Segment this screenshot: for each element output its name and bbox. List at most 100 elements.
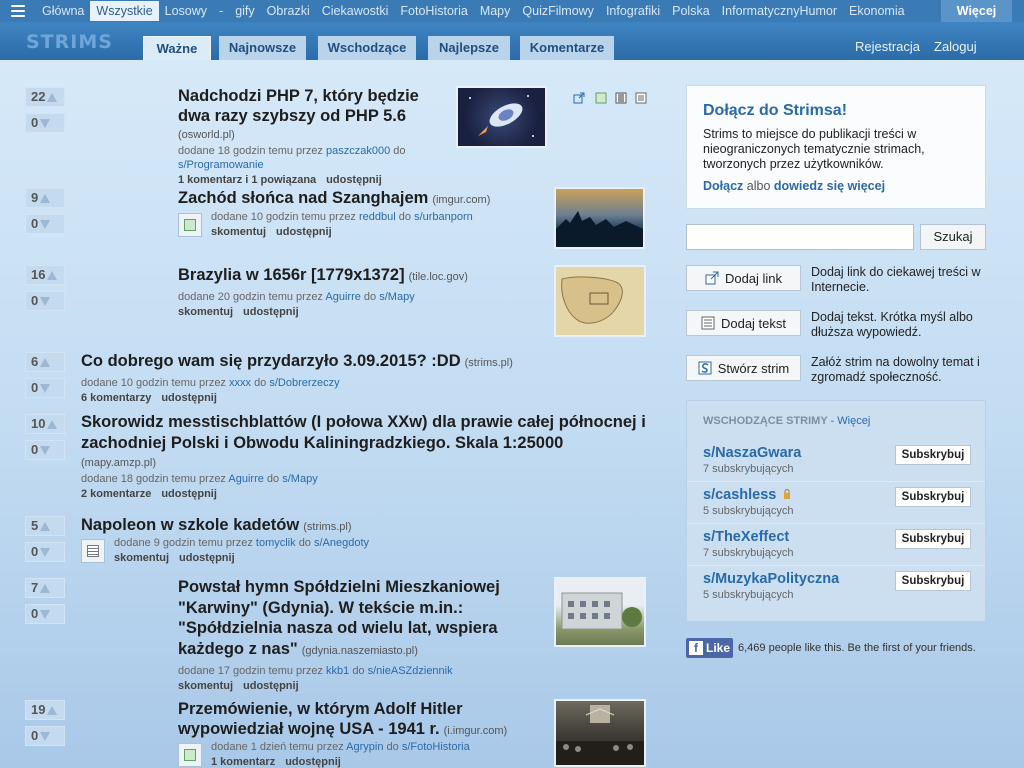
nav-item-obrazki[interactable]: Obrazki	[261, 0, 316, 22]
post-strim-link[interactable]: s/Dobrerzeczy	[269, 377, 339, 389]
share-link[interactable]: udostępnij	[161, 488, 217, 500]
trending-strim-link[interactable]: s/TheXeffect	[703, 529, 789, 545]
post-title[interactable]: Co dobrego wam się przydarzyło 3.09.2015…	[81, 352, 461, 370]
text-view-icon[interactable]	[635, 92, 647, 104]
downvote-button[interactable]: 0	[25, 214, 65, 234]
logo[interactable]: STRIMS	[26, 31, 113, 53]
add-link-button[interactable]: Dodaj link	[686, 265, 801, 291]
image-view-icon[interactable]	[595, 92, 607, 104]
post-title[interactable]: Napoleon w szkole kadetów	[81, 516, 299, 534]
post-title[interactable]: Przemówienie, w którym Adolf Hitler wypo…	[178, 700, 463, 738]
nav-item-wszystkie[interactable]: Wszystkie	[90, 1, 159, 21]
post-author-link[interactable]: paszczak000	[326, 145, 390, 157]
image-type-icon[interactable]	[178, 743, 202, 767]
subscribe-button[interactable]: Subskrybuj	[895, 571, 971, 591]
post-strim-link[interactable]: s/Mapy	[282, 473, 317, 485]
post-thumbnail[interactable]	[456, 86, 547, 148]
tab-komentarze[interactable]: Komentarze	[520, 36, 614, 60]
upvote-button[interactable]: 5	[25, 516, 65, 536]
image-type-icon[interactable]	[178, 213, 202, 237]
login-link[interactable]: Zaloguj	[934, 39, 977, 54]
post-thumbnail[interactable]	[554, 187, 645, 249]
nav-item-infografiki[interactable]: Infografiki	[600, 0, 666, 22]
post-author-link[interactable]: Aguirre	[228, 473, 263, 485]
post-title[interactable]: Zachód słońca nad Szanghajem	[178, 189, 428, 207]
nav-item-losowy[interactable]: Losowy	[159, 0, 213, 22]
external-link-icon[interactable]	[573, 92, 585, 104]
share-link[interactable]: udostępnij	[285, 756, 341, 768]
post-author-link[interactable]: reddbul	[359, 211, 396, 223]
share-link[interactable]: udostępnij	[276, 226, 332, 238]
add-text-button[interactable]: Dodaj tekst	[686, 310, 801, 336]
nav-item-fotohistoria[interactable]: FotoHistoria	[394, 0, 473, 22]
post-title[interactable]: Skorowidz messtischblattów (I połowa XXw…	[81, 412, 656, 454]
trending-strim-link[interactable]: s/cashless	[703, 487, 776, 503]
search-button[interactable]: Szukaj	[920, 224, 986, 250]
trending-more-link[interactable]: Więcej	[837, 415, 870, 427]
post-strim-link[interactable]: s/Mapy	[379, 291, 414, 303]
nav-item-gify[interactable]: gify	[229, 0, 260, 22]
nav-item-ciekawostki[interactable]: Ciekawostki	[316, 0, 395, 22]
tab-wazne[interactable]: Ważne	[143, 36, 211, 60]
learn-more-link[interactable]: dowiedz się więcej	[774, 179, 885, 193]
nav-item-polska[interactable]: Polska	[666, 0, 716, 22]
comment-link[interactable]: skomentuj	[178, 680, 233, 692]
subscribe-button[interactable]: Subskrybuj	[895, 445, 971, 465]
join-link[interactable]: Dołącz	[703, 179, 743, 193]
nav-item-mapy[interactable]: Mapy	[474, 0, 517, 22]
downvote-button[interactable]: 0	[25, 113, 65, 133]
nav-item-truncated[interactable]: D	[911, 0, 916, 22]
share-link[interactable]: udostępnij	[161, 392, 217, 404]
post-author-link[interactable]: xxxx	[229, 377, 251, 389]
nav-item-glowna[interactable]: Główna	[36, 0, 90, 22]
upvote-button[interactable]: 19	[25, 700, 65, 720]
post-author-link[interactable]: Aguirre	[325, 291, 360, 303]
more-menu-button[interactable]: Więcej	[941, 0, 1012, 22]
downvote-button[interactable]: 0	[25, 440, 65, 460]
share-link[interactable]: udostępnij	[179, 552, 235, 564]
post-author-link[interactable]: Agrypin	[346, 741, 383, 753]
comments-link[interactable]: 1 komentarz	[211, 756, 275, 768]
upvote-button[interactable]: 9	[25, 188, 65, 208]
share-link[interactable]: udostępnij	[243, 306, 299, 318]
post-thumbnail[interactable]	[554, 577, 646, 647]
tab-wschodzace[interactable]: Wschodzące	[318, 36, 416, 60]
trending-strim-link[interactable]: s/NaszaGwara	[703, 445, 801, 461]
tab-najlepsze[interactable]: Najlepsze	[428, 36, 510, 60]
post-strim-link[interactable]: s/urbanporn	[414, 211, 473, 223]
downvote-button[interactable]: 0	[25, 604, 65, 624]
upvote-button[interactable]: 22	[25, 87, 65, 107]
comment-link[interactable]: skomentuj	[211, 226, 266, 238]
nav-item-ekonomia[interactable]: Ekonomia	[843, 0, 911, 22]
post-author-link[interactable]: tomyclik	[256, 537, 296, 549]
facebook-like-button[interactable]: f Like	[686, 638, 733, 658]
post-thumbnail[interactable]	[554, 265, 646, 337]
post-strim-link[interactable]: s/Anegdoty	[314, 537, 369, 549]
trending-strim-link[interactable]: s/MuzykaPolityczna	[703, 571, 839, 587]
post-strim-link[interactable]: s/FotoHistoria	[402, 741, 470, 753]
upvote-button[interactable]: 16	[25, 265, 65, 285]
share-link[interactable]: udostępnij	[243, 680, 299, 692]
subscribe-button[interactable]: Subskrybuj	[895, 487, 971, 507]
subscribe-button[interactable]: Subskrybuj	[895, 529, 971, 549]
video-view-icon[interactable]	[615, 92, 627, 104]
post-strim-link[interactable]: s/nieASZdziennik	[368, 665, 453, 677]
upvote-button[interactable]: 6	[25, 352, 65, 372]
post-thumbnail[interactable]	[554, 699, 646, 767]
downvote-button[interactable]: 0	[25, 291, 65, 311]
downvote-button[interactable]: 0	[25, 378, 65, 398]
register-link[interactable]: Rejestracja	[855, 39, 920, 54]
text-type-icon[interactable]	[81, 539, 105, 563]
upvote-button[interactable]: 7	[25, 578, 65, 598]
comments-link[interactable]: 2 komentarze	[81, 488, 151, 500]
nav-item-quizfilmowy[interactable]: QuizFilmowy	[516, 0, 600, 22]
post-strim-link[interactable]: s/Programowanie	[178, 159, 264, 171]
menu-icon[interactable]	[11, 5, 25, 17]
comment-link[interactable]: skomentuj	[114, 552, 169, 564]
downvote-button[interactable]: 0	[25, 542, 65, 562]
upvote-button[interactable]: 10	[25, 414, 65, 434]
downvote-button[interactable]: 0	[25, 726, 65, 746]
post-author-link[interactable]: kkb1	[326, 665, 349, 677]
create-strim-button[interactable]: Stwórz strim	[686, 355, 801, 381]
tab-najnowsze[interactable]: Najnowsze	[219, 36, 306, 60]
